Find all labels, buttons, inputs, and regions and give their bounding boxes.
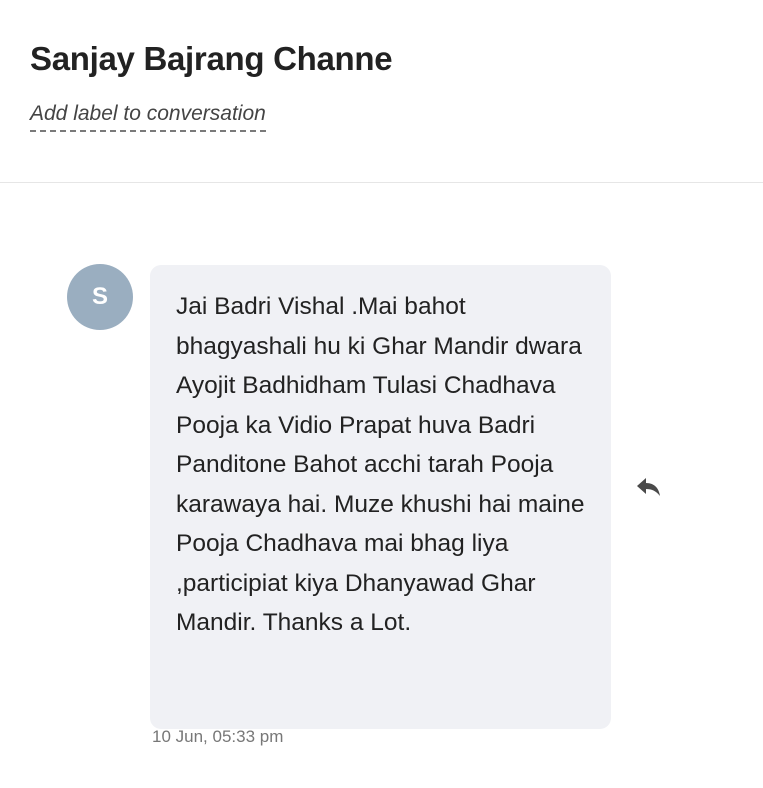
- message-bubble: Jai Badri Vishal .Mai bahot bhagyashali …: [150, 265, 611, 729]
- add-label-link[interactable]: Add label to conversation: [30, 102, 266, 132]
- contact-name: Sanjay Bajrang Channe: [30, 40, 393, 77]
- avatar: S: [67, 264, 133, 330]
- message-timestamp: 10 Jun, 05:33 pm: [152, 727, 284, 746]
- conversation-header: Sanjay Bajrang Channe Add label to conve…: [0, 0, 763, 183]
- reply-icon[interactable]: [634, 475, 664, 499]
